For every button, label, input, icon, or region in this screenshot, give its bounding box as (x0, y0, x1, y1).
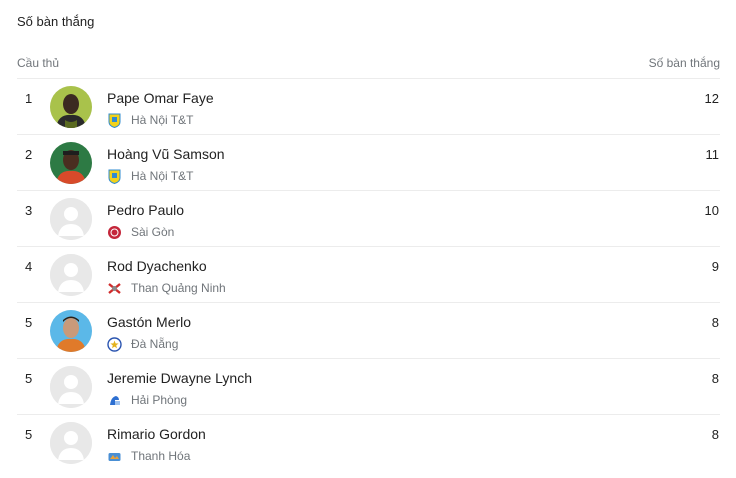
goals-column-header: Số bàn thắng (648, 56, 720, 70)
rank: 5 (25, 371, 33, 386)
rank: 5 (25, 427, 33, 442)
player-avatar (50, 142, 92, 184)
player-avatar-placeholder-icon (50, 198, 92, 240)
ha-noi-crest-icon (107, 113, 122, 128)
player-avatar (50, 86, 92, 128)
card-title: Số bàn thắng (17, 14, 95, 29)
goals-value: 9 (711, 259, 719, 274)
player-name: Gastón Merlo (107, 314, 192, 330)
scorer-row[interactable]: 4 Rod Dyachenko Than Quảng Ninh 9 (17, 246, 720, 302)
scorer-row[interactable]: 2 Hoàng Vũ Samson Hà Nội T&T 11 (17, 134, 720, 190)
scorer-row[interactable]: 5 Jeremie Dwayne Lynch Hải Phòng 8 (17, 358, 720, 414)
scorer-row[interactable]: 5 Gastón Merlo Đà Nẵng 8 (17, 302, 720, 358)
player-club: Đà Nẵng (107, 336, 178, 352)
scorer-row[interactable]: 1 Pape Omar Faye Hà Nội T&T 12 (17, 78, 720, 134)
goals-value: 8 (711, 315, 719, 330)
rank: 2 (25, 147, 33, 162)
goals-value: 12 (704, 91, 719, 106)
player-name: Hoàng Vũ Samson (107, 146, 225, 162)
player-club: Sài Gòn (107, 224, 174, 240)
player-club: Thanh Hóa (107, 448, 190, 464)
player-avatar-placeholder-icon (50, 254, 92, 296)
player-club: Hải Phòng (107, 392, 187, 408)
top-scorers-card: Số bàn thắng Cầu thủ Số bàn thắng 1 Pape… (0, 0, 736, 478)
than-quang-ninh-crest-icon (107, 281, 122, 296)
sai-gon-crest-icon (107, 225, 122, 240)
player-name: Pape Omar Faye (107, 90, 214, 106)
goals-value: 11 (705, 147, 720, 162)
club-name: Hải Phòng (131, 393, 188, 407)
player-name: Rimario Gordon (107, 426, 206, 442)
player-avatar-placeholder-icon (50, 422, 92, 464)
goals-value: 8 (711, 371, 719, 386)
club-name: Than Quảng Ninh (131, 281, 226, 295)
player-name: Jeremie Dwayne Lynch (107, 370, 252, 386)
rank: 1 (25, 91, 33, 106)
rank: 4 (25, 259, 33, 274)
club-name: Hà Nội T&T (131, 113, 194, 127)
goals-value: 8 (711, 427, 719, 442)
player-club: Hà Nội T&T (107, 112, 193, 128)
player-club: Than Quảng Ninh (107, 280, 226, 296)
player-name: Pedro Paulo (107, 202, 185, 218)
scorers-list: 1 Pape Omar Faye Hà Nội T&T 12 2 Hoàng V… (17, 78, 720, 470)
scorer-row[interactable]: 5 Rimario Gordon Thanh Hóa 8 (17, 414, 720, 470)
club-name: Hà Nội T&T (131, 169, 194, 183)
rank: 3 (25, 203, 33, 218)
scorer-row[interactable]: 3 Pedro Paulo Sài Gòn 10 (17, 190, 720, 246)
club-name: Thanh Hóa (131, 449, 191, 463)
thanh-hoa-crest-icon (107, 449, 122, 464)
player-avatar (50, 310, 92, 352)
club-name: Đà Nẵng (131, 337, 179, 351)
player-column-header: Cầu thủ (17, 56, 60, 70)
player-name: Rod Dyachenko (107, 258, 207, 274)
rank: 5 (25, 315, 33, 330)
club-name: Sài Gòn (131, 225, 175, 239)
ha-noi-crest-icon (107, 169, 122, 184)
player-club: Hà Nội T&T (107, 168, 193, 184)
goals-value: 10 (704, 203, 719, 218)
player-avatar-placeholder-icon (50, 366, 92, 408)
da-nang-crest-icon (107, 336, 122, 352)
hai-phong-crest-icon (107, 393, 122, 408)
